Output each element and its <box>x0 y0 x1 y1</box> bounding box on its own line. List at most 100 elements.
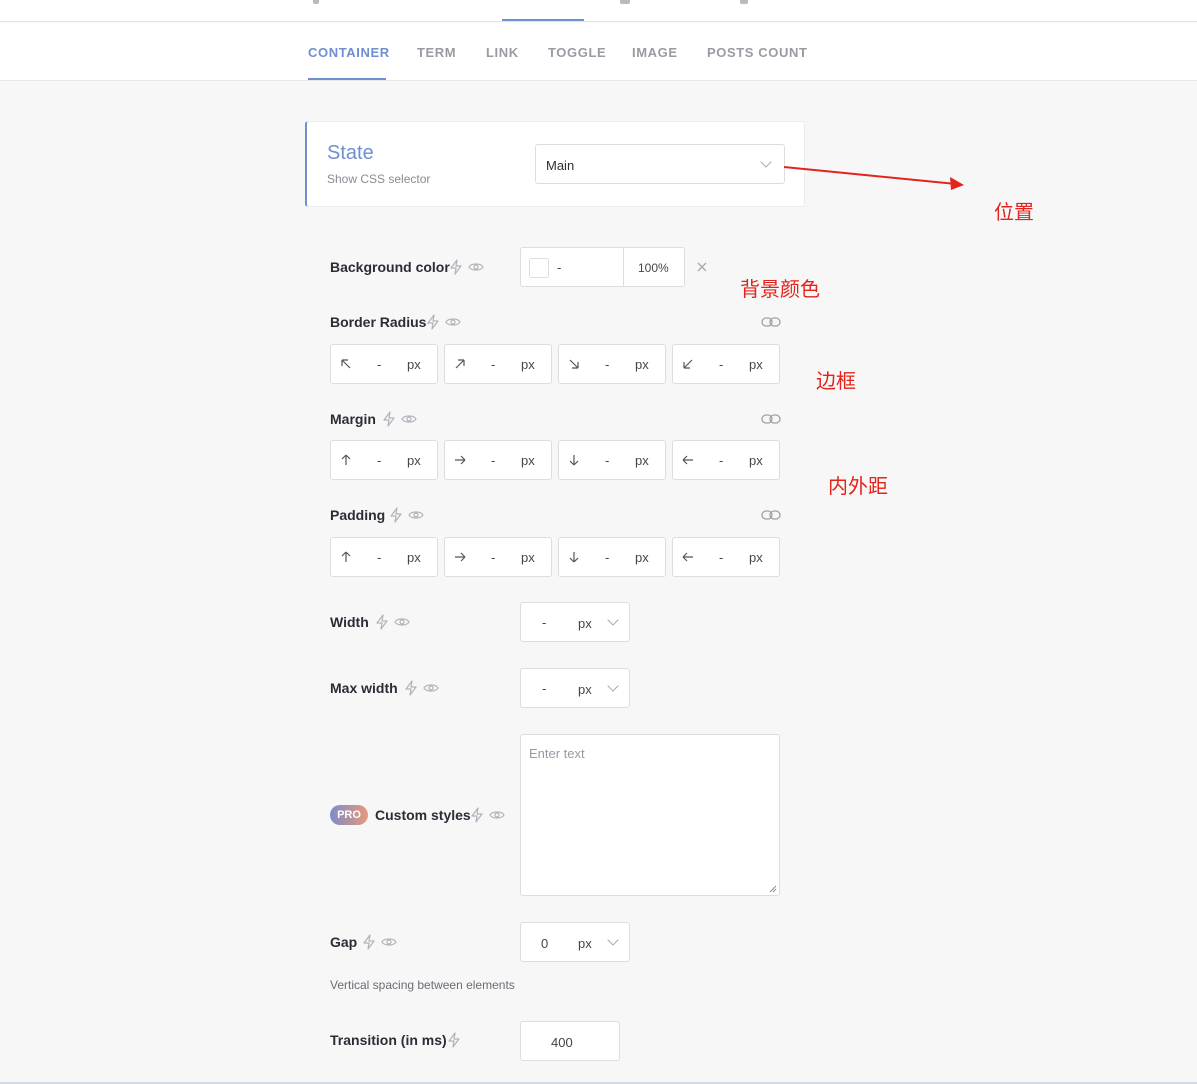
custom-styles-meta <box>469 807 505 823</box>
border-radius-label: Border Radius <box>330 314 427 330</box>
padding-bottom[interactable]: - px <box>558 537 666 577</box>
background-color-picker[interactable]: - 100% <box>520 247 685 287</box>
arrow-up-icon <box>341 551 351 562</box>
gap-label: Gap <box>330 934 358 950</box>
lightning-icon[interactable] <box>374 614 390 630</box>
close-icon[interactable] <box>697 262 707 272</box>
custom-styles-textarea[interactable]: Enter text <box>520 734 780 896</box>
margin-label: Margin <box>330 411 376 427</box>
border-radius-unit: px <box>407 357 421 372</box>
eye-icon[interactable] <box>489 807 505 823</box>
eye-icon[interactable] <box>394 614 410 630</box>
width-label: Width <box>330 614 369 630</box>
margin-unit: px <box>521 453 535 468</box>
width-meta <box>374 614 410 630</box>
margin-bottom[interactable]: - px <box>558 440 666 480</box>
margin-right-value: - <box>491 453 496 468</box>
padding-unit: px <box>635 550 649 565</box>
show-css-selector-link[interactable]: Show CSS selector <box>327 172 430 186</box>
eye-icon[interactable] <box>401 411 417 427</box>
custom-styles-placeholder: Enter text <box>529 746 585 761</box>
border-radius-top-left-value: - <box>377 357 382 372</box>
background-color-value: - <box>557 260 562 275</box>
padding-meta <box>388 507 424 523</box>
link-icon[interactable] <box>761 412 781 426</box>
top-nav-item-fragment[interactable] <box>313 0 319 4</box>
lightning-icon[interactable] <box>425 314 441 330</box>
link-icon[interactable] <box>761 315 781 329</box>
margin-top[interactable]: - px <box>330 440 438 480</box>
lightning-icon[interactable] <box>361 934 377 950</box>
annotation-border: 边框 <box>816 369 856 393</box>
margin-top-value: - <box>377 453 382 468</box>
state-selected-value: Main <box>546 158 575 173</box>
top-nav-item-fragment[interactable] <box>740 0 748 4</box>
arrow-up-icon <box>341 454 351 465</box>
border-radius-top-right[interactable]: - px <box>444 344 552 384</box>
gap-value: 0 <box>541 936 549 951</box>
lightning-icon[interactable] <box>381 411 397 427</box>
border-radius-bottom-right-value: - <box>605 357 610 372</box>
arrow-right-icon <box>455 455 466 465</box>
tab-toggle[interactable]: TOGGLE <box>548 45 606 60</box>
background-color-meta <box>448 259 484 275</box>
lightning-icon[interactable] <box>446 1032 462 1048</box>
margin-bottom-value: - <box>605 453 610 468</box>
tab-posts-count[interactable]: POSTS COUNT <box>707 45 808 60</box>
eye-icon[interactable] <box>468 259 484 275</box>
padding-bottom-value: - <box>605 550 610 565</box>
gap-input[interactable]: 0 px <box>520 922 630 962</box>
padding-unit: px <box>521 550 535 565</box>
link-icon[interactable] <box>761 508 781 522</box>
margin-meta <box>381 411 417 427</box>
tab-image[interactable]: IMAGE <box>632 45 678 60</box>
eye-icon[interactable] <box>381 934 397 950</box>
lightning-icon[interactable] <box>448 259 464 275</box>
transition-meta <box>446 1032 462 1048</box>
width-unit-select[interactable]: px <box>578 616 592 631</box>
chevron-down-icon <box>760 156 772 168</box>
border-radius-bottom-right[interactable]: - px <box>558 344 666 384</box>
top-nav-item-fragment[interactable] <box>620 0 630 4</box>
opacity-value[interactable]: 100% <box>638 261 669 275</box>
gap-unit-select[interactable]: px <box>578 936 592 951</box>
padding-right[interactable]: - px <box>444 537 552 577</box>
margin-left[interactable]: - px <box>672 440 780 480</box>
width-value: - <box>542 615 547 630</box>
eye-icon[interactable] <box>445 314 461 330</box>
max-width-input[interactable]: - px <box>520 668 630 708</box>
border-radius-top-left[interactable]: - px <box>330 344 438 384</box>
lightning-icon[interactable] <box>469 807 485 823</box>
tab-container[interactable]: CONTAINER <box>308 45 390 60</box>
gap-help-text: Vertical spacing between elements <box>330 978 515 992</box>
arrow-left-icon <box>682 455 693 465</box>
lightning-icon[interactable] <box>388 507 404 523</box>
opacity-divider <box>623 248 624 286</box>
max-width-unit-select[interactable]: px <box>578 682 592 697</box>
state-select[interactable]: Main <box>535 144 785 184</box>
padding-top[interactable]: - px <box>330 537 438 577</box>
padding-left[interactable]: - px <box>672 537 780 577</box>
lightning-icon[interactable] <box>403 680 419 696</box>
background-color-label: Background color <box>330 259 450 275</box>
arrow-down-left-icon <box>683 359 693 369</box>
padding-left-value: - <box>719 550 724 565</box>
arrow-down-right-icon <box>569 359 579 369</box>
resize-handle-icon[interactable] <box>769 885 777 893</box>
padding-right-value: - <box>491 550 496 565</box>
eye-icon[interactable] <box>408 507 424 523</box>
tab-term[interactable]: TERM <box>417 45 456 60</box>
color-swatch[interactable] <box>529 258 549 278</box>
eye-icon[interactable] <box>423 680 439 696</box>
border-radius-top-right-value: - <box>491 357 496 372</box>
border-radius-bottom-left[interactable]: - px <box>672 344 780 384</box>
arrow-up-right-icon <box>455 359 465 369</box>
margin-right[interactable]: - px <box>444 440 552 480</box>
width-input[interactable]: - px <box>520 602 630 642</box>
arrow-right-icon <box>455 552 466 562</box>
transition-input[interactable]: 400 <box>520 1021 620 1061</box>
state-panel: State Show CSS selector Main <box>305 121 805 207</box>
tab-link[interactable]: LINK <box>486 45 519 60</box>
gap-meta <box>361 934 397 950</box>
margin-unit: px <box>407 453 421 468</box>
